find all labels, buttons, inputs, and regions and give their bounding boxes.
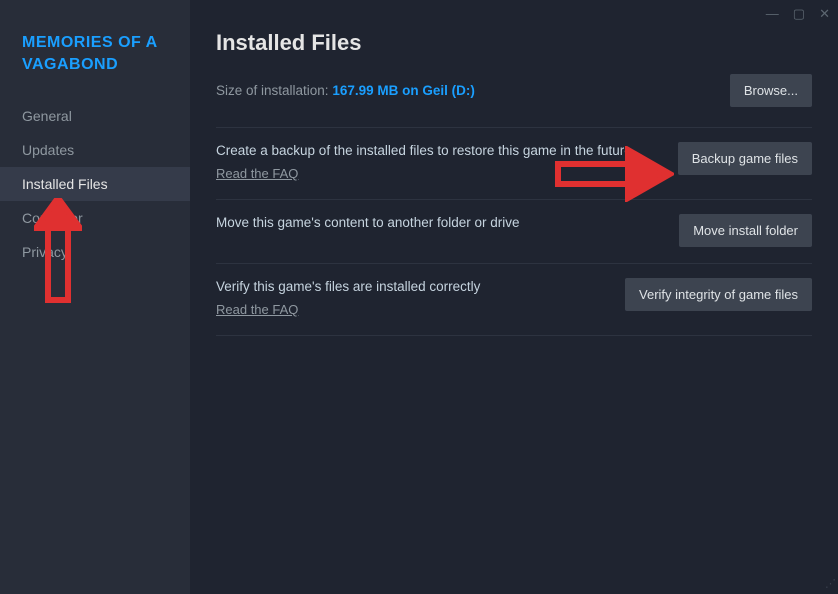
resize-grip-icon[interactable]: ⋰ xyxy=(825,577,834,590)
game-title: MEMORIES OF A VAGABOND xyxy=(0,24,190,99)
verify-faq-link[interactable]: Read the FAQ xyxy=(216,301,607,319)
sidebar-item-general[interactable]: General xyxy=(0,99,190,133)
page-title: Installed Files xyxy=(216,30,812,56)
nav-list: General Updates Installed Files Controll… xyxy=(0,99,190,269)
backup-text-block: Create a backup of the installed files t… xyxy=(216,142,660,183)
app-window: MEMORIES OF A VAGABOND General Updates I… xyxy=(0,0,838,594)
main-panel: — ▢ ✕ Installed Files Size of installati… xyxy=(190,0,838,594)
backup-game-files-button[interactable]: Backup game files xyxy=(678,142,812,175)
install-size-row: Size of installation: 167.99 MB on Geil … xyxy=(216,74,812,128)
move-text: Move this game's content to another fold… xyxy=(216,215,520,230)
maximize-icon[interactable]: ▢ xyxy=(793,6,805,22)
move-section: Move this game's content to another fold… xyxy=(216,200,812,264)
verify-text-block: Verify this game's files are installed c… xyxy=(216,278,607,319)
verify-text: Verify this game's files are installed c… xyxy=(216,279,480,294)
titlebar: — ▢ ✕ xyxy=(766,6,830,22)
verify-integrity-button[interactable]: Verify integrity of game files xyxy=(625,278,812,311)
move-text-block: Move this game's content to another fold… xyxy=(216,214,661,233)
close-icon[interactable]: ✕ xyxy=(819,6,830,22)
move-install-folder-button[interactable]: Move install folder xyxy=(679,214,812,247)
minimize-icon[interactable]: — xyxy=(766,6,779,22)
backup-faq-link[interactable]: Read the FAQ xyxy=(216,165,660,183)
install-size-text: Size of installation: 167.99 MB on Geil … xyxy=(216,83,475,98)
backup-text: Create a backup of the installed files t… xyxy=(216,143,632,158)
backup-section: Create a backup of the installed files t… xyxy=(216,128,812,200)
sidebar-item-privacy[interactable]: Privacy xyxy=(0,235,190,269)
sidebar-item-installed-files[interactable]: Installed Files xyxy=(0,167,190,201)
install-size-value: 167.99 MB on Geil (D:) xyxy=(332,83,475,98)
sidebar-item-controller[interactable]: Controller xyxy=(0,201,190,235)
verify-section: Verify this game's files are installed c… xyxy=(216,264,812,336)
install-size-label: Size of installation: xyxy=(216,83,329,98)
sidebar-item-updates[interactable]: Updates xyxy=(0,133,190,167)
sidebar: MEMORIES OF A VAGABOND General Updates I… xyxy=(0,0,190,594)
browse-button[interactable]: Browse... xyxy=(730,74,812,107)
